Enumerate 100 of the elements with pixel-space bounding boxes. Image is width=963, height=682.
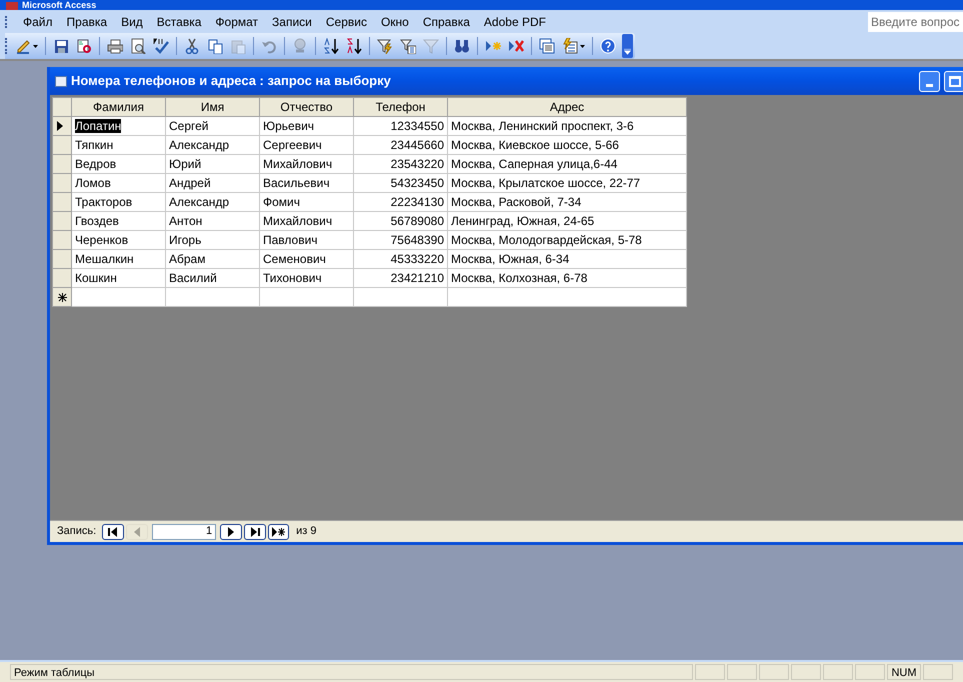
save-icon <box>53 38 69 54</box>
menu-item[interactable]: Окно <box>374 12 416 30</box>
table-cell: Москва, Молодогвардейская, 5-78 <box>451 233 642 247</box>
filter-lightning-icon <box>377 38 393 54</box>
app-title: Microsoft Access <box>22 1 96 10</box>
table-cell: Андрей <box>169 176 211 190</box>
database-window-icon <box>539 38 555 54</box>
table-cell: Игорь <box>169 233 202 247</box>
column-header[interactable]: Имя <box>166 98 260 116</box>
table-cell: Черенков <box>75 233 128 247</box>
table-cell: Юрий <box>169 157 202 171</box>
row-selector[interactable] <box>52 288 72 306</box>
menu-item[interactable]: Сервис <box>318 12 374 30</box>
table-cell: Сергеевич <box>263 138 322 152</box>
column-header[interactable]: Адрес <box>448 98 686 116</box>
table-cell: Москва, Южная, 6-34 <box>451 252 570 266</box>
table-cell: Тракторов <box>75 195 132 209</box>
sort-ascending-icon <box>323 38 339 54</box>
menu-item[interactable]: Adobe PDF <box>476 12 553 30</box>
table-cell: Василий <box>169 271 217 285</box>
table-cell: Фомич <box>263 195 300 209</box>
table-cell: 23445660 <box>390 138 444 152</box>
row-selector[interactable] <box>52 116 72 136</box>
column-header[interactable]: Отчество <box>260 98 354 116</box>
table-cell: Тихонович <box>263 271 322 285</box>
new-object-icon <box>562 38 578 54</box>
status-text: Режим таблицы <box>10 664 693 680</box>
new-record-icon <box>485 38 501 54</box>
sort-descending-icon <box>346 38 362 54</box>
filter-icon <box>423 38 439 54</box>
new-record-icon <box>272 526 286 536</box>
table-cell: Мешалкин <box>75 252 134 266</box>
table-cell: 12334550 <box>390 119 444 133</box>
minimize-button[interactable] <box>919 70 940 92</box>
cut-icon <box>184 38 200 54</box>
table-cell: Васильевич <box>263 176 330 190</box>
status-indicator: NUM <box>887 664 921 680</box>
table-cell: 54323450 <box>390 176 444 190</box>
status-pane <box>759 664 789 680</box>
menu-item[interactable]: Вставка <box>150 12 208 30</box>
toolbar-options-icon[interactable] <box>622 34 633 58</box>
binoculars-icon <box>454 38 470 54</box>
table-cell: Абрам <box>169 252 206 266</box>
last-record-icon <box>250 526 260 536</box>
status-pane <box>855 664 885 680</box>
table-cell: Москва, Ленинский проспект, 3-6 <box>451 119 634 133</box>
table-cell: Москва, Колхозная, 6-78 <box>451 271 588 285</box>
paste-icon <box>230 38 246 54</box>
record-number-field[interactable]: 1 <box>152 524 216 540</box>
navigator-label: Запись: <box>57 524 96 540</box>
new-record-button[interactable] <box>268 524 290 540</box>
status-pane <box>727 664 757 680</box>
table-cell: 75648390 <box>390 233 444 247</box>
new-record-icon <box>58 293 66 302</box>
table-cell: Александр <box>169 195 230 209</box>
window-title: Номера телефонов и адреса : запрос на выборку <box>71 72 392 90</box>
table-cell: Михайлович <box>263 157 332 171</box>
maximize-button[interactable] <box>944 70 963 92</box>
table-cell: 23421210 <box>390 271 444 285</box>
menu-item[interactable]: Правка <box>60 12 114 30</box>
table-cell: Москва, Киевское шоссе, 5-66 <box>451 138 619 152</box>
status-pane <box>823 664 853 680</box>
menu-item[interactable]: Вид <box>114 12 150 30</box>
first-record-button[interactable] <box>102 524 124 540</box>
table-cell: 23543220 <box>390 157 444 171</box>
copy-icon <box>207 38 223 54</box>
table-cell: Александр <box>169 138 230 152</box>
design-view-icon <box>15 38 31 54</box>
help-search-field[interactable]: Введите вопрос <box>868 12 963 32</box>
table-cell: Михайлович <box>263 214 332 228</box>
app-icon <box>6 2 18 10</box>
toolbar-grip <box>5 16 8 28</box>
column-header[interactable]: Фамилия <box>72 98 166 116</box>
table-cell: Семенович <box>263 252 326 266</box>
column-header[interactable]: Телефон <box>354 98 448 116</box>
table-cell: Сергей <box>169 119 209 133</box>
help-icon <box>600 38 616 54</box>
record-count: из 9 <box>296 524 317 540</box>
menu-item[interactable]: Файл <box>16 12 60 30</box>
table-cell: Ломов <box>75 176 111 190</box>
print-icon <box>107 38 123 54</box>
menu-item[interactable]: Записи <box>265 12 319 30</box>
table-cell: 22234130 <box>390 195 444 209</box>
delete-record-icon <box>508 38 524 54</box>
menu-item[interactable]: Формат <box>208 12 266 30</box>
table-cell: Антон <box>169 214 202 228</box>
next-record-button[interactable] <box>220 524 242 540</box>
last-record-button[interactable] <box>244 524 266 540</box>
table-cell: Москва, Расковой, 7-34 <box>451 195 582 209</box>
menu-item[interactable]: Справка <box>416 12 477 30</box>
filter-form-icon <box>400 38 416 54</box>
globe-link-icon <box>292 38 308 54</box>
status-pane <box>791 664 821 680</box>
spell-check-icon <box>153 38 169 54</box>
status-pane <box>695 664 725 680</box>
search-file-icon <box>76 38 92 54</box>
toolbar-grip <box>5 38 8 54</box>
table-cell: Лопатин <box>75 119 122 133</box>
table-cell: Ведров <box>75 157 116 171</box>
table-cell: Москва, Саперная улица,6-44 <box>451 157 618 171</box>
